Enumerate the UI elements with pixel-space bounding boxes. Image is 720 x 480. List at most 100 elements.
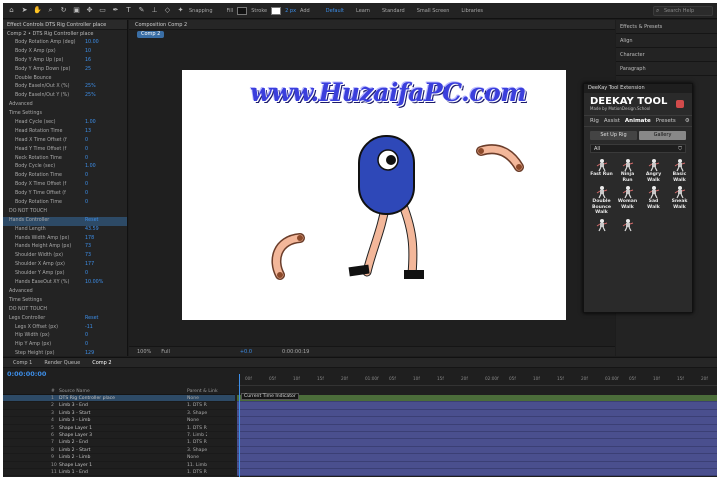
layer-row[interactable]: 10Shape Layer 1 11. Limb 1 - End [3, 462, 235, 469]
effect-property-row[interactable]: Neck Rotation Time 0 [3, 155, 127, 164]
effect-property-row[interactable]: Body Rotation Amp (deg) 10.00 [3, 39, 127, 48]
layer-parent[interactable]: None [147, 454, 207, 460]
timeline-current-time[interactable]: 0:00:00:00 [7, 370, 46, 378]
preset-thumbnail[interactable]: Angry Walk [642, 158, 665, 183]
layer-row[interactable]: 4 Limb 3 - Limb None [3, 417, 235, 425]
property-value[interactable]: 0 [85, 332, 88, 341]
property-value[interactable]: 178 [85, 235, 94, 244]
effect-property-row[interactable]: DO NOT TOUCH [3, 306, 127, 315]
search-help-input[interactable]: Search Help [653, 5, 713, 16]
add-button[interactable]: Add [300, 8, 310, 14]
layer-bar[interactable] [237, 454, 717, 462]
composition-canvas[interactable]: www.HuzaifaPC.com [182, 70, 566, 320]
layer-bar[interactable] [237, 417, 717, 425]
property-value[interactable]: 0 [85, 181, 88, 190]
layer-bar[interactable] [237, 395, 717, 403]
workspace-standard[interactable]: Standard [382, 8, 405, 14]
layer-row[interactable]: 3 Limb 3 - Start 3. Shape Layer 1 [3, 410, 235, 418]
property-value[interactable]: 25% [85, 92, 96, 101]
preset-thumbnail[interactable]: Woman Walk [616, 185, 639, 216]
preset-filter-select[interactable]: All ⛉ [590, 144, 686, 153]
layer-row[interactable]: 1 DTS Rig Controller place None [3, 395, 235, 403]
property-value[interactable]: 25% [85, 83, 96, 92]
property-value[interactable]: 10.00 [85, 39, 99, 48]
preset-thumbnail[interactable] [590, 217, 613, 238]
effect-property-row[interactable]: Body EaseIn/Out X (%) 25% [3, 83, 127, 92]
pan-icon[interactable]: ✥ [85, 6, 94, 15]
resolution-select[interactable]: Full [161, 349, 170, 355]
property-value[interactable]: 10 [85, 48, 91, 57]
settings-gear-icon[interactable]: ⚙ [685, 118, 690, 124]
preset-thumbnail[interactable]: Basic Walk [668, 158, 691, 183]
property-value[interactable]: 0 [85, 137, 88, 146]
stroke-width[interactable]: 2 px [285, 8, 296, 14]
layer-parent[interactable]: 3. Shape Layer 1 [147, 410, 207, 416]
effect-property-row[interactable]: Hip Width (px) 0 [3, 332, 127, 341]
effect-property-row[interactable]: Body X Amp (px) 10 [3, 48, 127, 57]
layer-parent[interactable]: None [147, 417, 207, 423]
effect-property-row[interactable]: Body EaseIn/Out Y (%) 25% [3, 92, 127, 101]
snapping-toggle[interactable]: Snapping [189, 8, 213, 14]
zoom-icon[interactable]: ⌕ [46, 6, 55, 15]
current-time-readout[interactable]: 0:00:00:19 [282, 349, 309, 355]
layer-bar[interactable] [237, 409, 717, 418]
brush-icon[interactable]: ✎ [137, 6, 146, 15]
property-value[interactable]: 0 [85, 146, 88, 155]
effect-property-row[interactable]: Shoulder X Amp (px) 177 [3, 261, 127, 270]
preset-thumbnail[interactable]: Sad Walk [642, 185, 665, 216]
property-value[interactable]: 73 [85, 243, 91, 252]
pen-icon[interactable]: ✒ [111, 6, 120, 15]
layer-bar[interactable] [237, 468, 717, 477]
property-value[interactable]: 1.00 [85, 163, 96, 172]
effect-property-row[interactable]: Head Rotation Time 13 [3, 128, 127, 137]
breadcrumb-comp[interactable]: Comp 2 [137, 31, 165, 38]
property-value[interactable]: 73 [85, 252, 91, 261]
layer-bar[interactable] [237, 424, 717, 432]
effect-property-row[interactable]: Head Y Time Offset (f 0 [3, 146, 127, 155]
effect-property-row[interactable]: Body Y Amp Up (px) 16 [3, 57, 127, 66]
preset-thumbnail[interactable] [616, 217, 639, 238]
layer-parent[interactable]: 7. Limb 2 - End [147, 432, 207, 438]
property-value[interactable]: 1.00 [85, 119, 96, 128]
property-value[interactable]: 0 [85, 190, 88, 199]
layer-row[interactable]: 7 Limb 2 - End 1. DTS Rig Contro [3, 439, 235, 447]
exposure-value[interactable]: +0.0 [240, 349, 252, 355]
rect-icon[interactable]: ▭ [98, 6, 107, 15]
selection-icon[interactable]: ➤ [20, 6, 29, 15]
property-value[interactable]: 16 [85, 57, 91, 66]
tab-presets[interactable]: Presets [656, 118, 676, 124]
effect-property-row[interactable]: Time Settings [3, 297, 127, 306]
zoom-level[interactable]: 100% [137, 349, 151, 355]
layer-row[interactable]: 6 Shape Layer 3 7. Limb 2 - End [3, 432, 235, 440]
effect-property-row[interactable]: Time Settings [3, 110, 127, 119]
tab-assist[interactable]: Assist [604, 118, 620, 124]
stroke-swatch[interactable] [271, 6, 282, 15]
rotate-icon[interactable]: ↻ [59, 6, 68, 15]
preset-thumbnail[interactable]: Sneak Walk [668, 185, 691, 216]
effect-property-row[interactable]: Hip Y Amp (px) 0 [3, 341, 127, 350]
property-value[interactable]: -11 [85, 324, 93, 333]
set-up-rig-button[interactable]: Set Up Rig [590, 131, 637, 140]
gallery-button[interactable]: Gallery [639, 131, 686, 140]
layer-parent[interactable]: 1. DTS Rig Contro [147, 425, 207, 431]
workspace-learn[interactable]: Learn [356, 8, 370, 14]
effects-presets-panel[interactable]: Effects & Presets [616, 20, 717, 34]
layer-bar[interactable] [237, 446, 717, 455]
property-value[interactable]: Reset [85, 217, 98, 226]
effect-property-row[interactable]: Legs Controller Reset [3, 315, 127, 324]
effect-property-row[interactable]: Advanced [3, 101, 127, 110]
layer-row[interactable]: 9 Limb 2 - Limb None [3, 454, 235, 462]
hand-icon[interactable]: ✋ [33, 6, 42, 15]
effect-property-row[interactable]: Legs X Offset (px) -11 [3, 324, 127, 333]
effect-property-row[interactable]: Advanced [3, 288, 127, 297]
property-value[interactable]: 10.00% [85, 279, 103, 288]
effect-property-row[interactable]: Double Bounce [3, 75, 127, 84]
layer-parent[interactable]: 11. Limb 1 - End [147, 462, 207, 468]
effect-property-row[interactable]: Body Cycle (sec) 1.00 [3, 163, 127, 172]
tab-rig[interactable]: Rig [590, 118, 599, 124]
preset-thumbnail[interactable]: Double Bounce Walk [590, 185, 613, 216]
effect-property-row[interactable]: Hand Length 43.59 [3, 226, 127, 235]
effect-property-row[interactable]: Body Y Amp Down (px) 25 [3, 66, 127, 75]
type-icon[interactable]: T [124, 6, 133, 15]
puppet-icon[interactable]: ✦ [176, 6, 185, 15]
